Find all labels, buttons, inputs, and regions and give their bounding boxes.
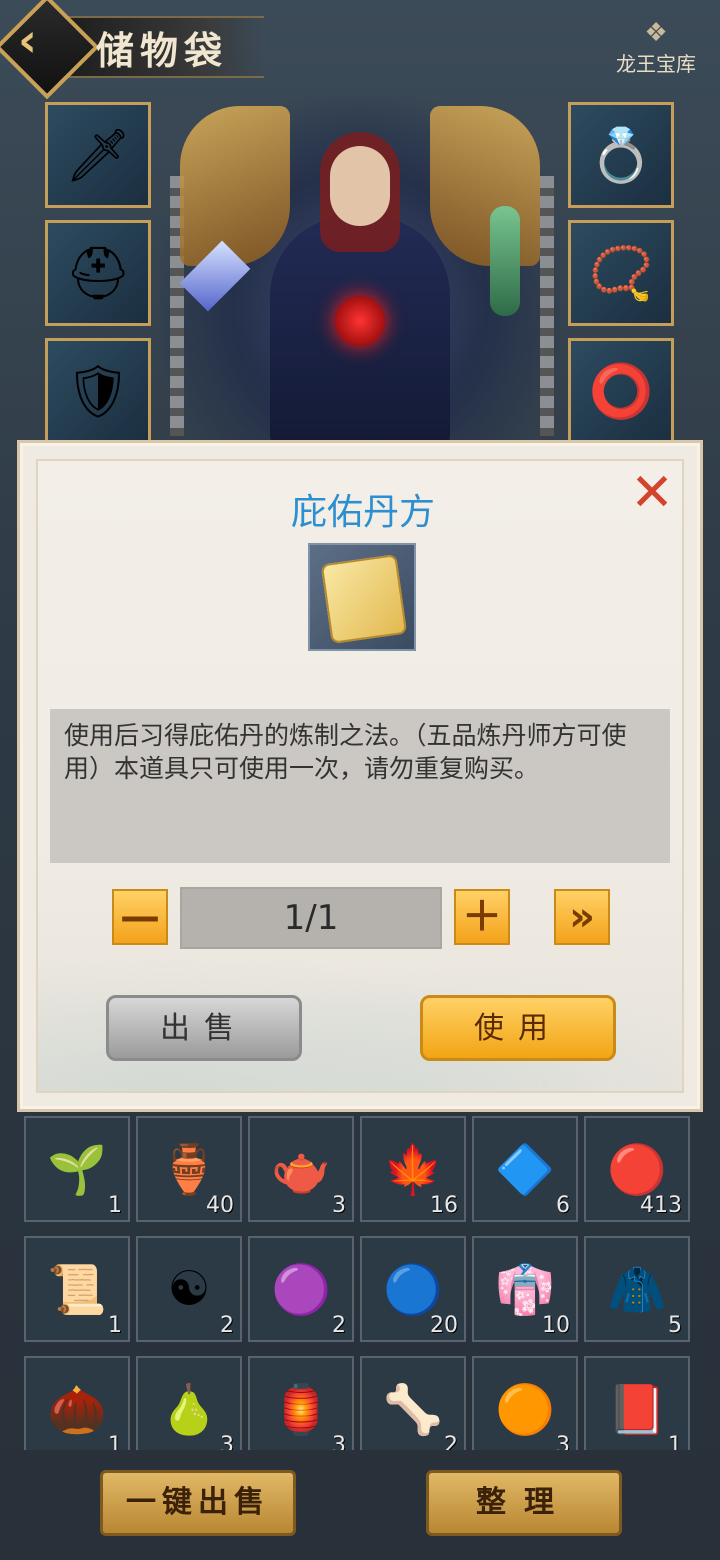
equip-slot-helmet[interactable]: ⛑ — [45, 220, 151, 326]
item-count: 2 — [444, 1433, 458, 1450]
item-name: 庇佑丹方 — [290, 492, 435, 533]
dragon-king-treasury-logo[interactable]: ❖ 龙王宝库 — [606, 18, 706, 88]
inventory-slot[interactable]: 🟣 2 — [248, 1236, 354, 1342]
equip-slot-bracelet[interactable]: ⭕ — [568, 338, 674, 444]
character-face — [330, 146, 390, 226]
equip-slot-weapon[interactable]: 🗡 — [45, 102, 151, 208]
dragon-emblem-icon: ❖ — [644, 18, 668, 48]
gold-armor-icon: 🛡 — [64, 361, 131, 422]
item-count: 2 — [220, 1313, 234, 1338]
header: ‹ 储物袋 ❖ 龙王宝库 — [0, 0, 720, 100]
max-quantity-button[interactable]: » — [554, 889, 610, 945]
red-energy-orb — [335, 296, 385, 346]
inventory-slot[interactable]: 🫖 3 — [248, 1116, 354, 1222]
item-count: 2 — [332, 1313, 346, 1338]
item-description-box: 使用后习得庇佑丹的炼制之法。（五品炼丹师方可使用）本道具只可使用一次，请勿重复购… — [50, 709, 670, 863]
decrease-button[interactable]: — — [112, 889, 168, 945]
inventory-slot[interactable]: 🔷 6 — [472, 1116, 578, 1222]
item-description: 使用后习得庇佑丹的炼制之法。（五品炼丹师方可使用）本道具只可使用一次，请勿重复购… — [64, 721, 627, 783]
equip-slot-ring[interactable]: 💍 — [568, 102, 674, 208]
item-count: 3 — [332, 1193, 346, 1218]
sort-button[interactable]: 整理 — [426, 1470, 622, 1536]
treasury-label: 龙王宝库 — [616, 52, 696, 76]
page-title: 储物袋 — [96, 28, 229, 73]
inventory-slot[interactable]: 📜 1 — [24, 1236, 130, 1342]
quantity-stepper: — 1/1 ＋ » — [20, 887, 706, 953]
inventory-slot[interactable]: 📕 1 — [584, 1356, 690, 1450]
right-chain — [540, 176, 554, 436]
equip-slot-armor[interactable]: 🛡 — [45, 338, 151, 444]
inventory-slot[interactable]: 🦴 2 — [360, 1356, 466, 1450]
item-count: 3 — [220, 1433, 234, 1450]
inventory-slot[interactable]: 🌰 1 — [24, 1356, 130, 1450]
item-count: 16 — [430, 1193, 458, 1218]
green-dagger-icon: 🗡 — [64, 125, 131, 186]
item-count: 6 — [556, 1193, 570, 1218]
item-count: 1 — [108, 1433, 122, 1450]
inventory-slot[interactable]: ☯ 2 — [136, 1236, 242, 1342]
recipe-scroll-icon — [320, 554, 408, 644]
sell-all-button[interactable]: 一键出售 — [100, 1470, 296, 1536]
inventory-slot[interactable]: 🌱 1 — [24, 1116, 130, 1222]
item-count: 413 — [640, 1193, 682, 1218]
gold-helmet-icon: ⛑ — [64, 243, 131, 304]
item-count: 1 — [108, 1193, 122, 1218]
item-count: 5 — [668, 1313, 682, 1338]
item-count: 3 — [556, 1433, 570, 1450]
inventory-slot[interactable]: 🍐 3 — [136, 1356, 242, 1450]
item-count: 10 — [542, 1313, 570, 1338]
inventory-grid: 🌱 1 🏺 40 🫖 3 🍁 16 🔷 6 🔴 413 📜 1 ☯ 2 🟣 2 🔵 20 👘 10 🧥 5 🌰 1 🍐 3 🏮 3 🦴 2 🟠 3… — [24, 1110, 696, 1450]
item-count: 1 — [108, 1313, 122, 1338]
bronze-ring-icon: ⭕ — [588, 361, 654, 422]
item-count: 1 — [668, 1433, 682, 1450]
item-detail-dialog: 庇佑丹方 ✕ 使用后习得庇佑丹的炼制之法。（五品炼丹师方可使用）本道具只可使用一… — [17, 440, 703, 1112]
jade-pendant-icon — [490, 206, 520, 316]
inventory-slot[interactable]: 👘 10 — [472, 1236, 578, 1342]
inventory-slot[interactable]: 🔴 413 — [584, 1116, 690, 1222]
use-button[interactable]: 使用 — [420, 995, 616, 1061]
increase-button[interactable]: ＋ — [454, 889, 510, 945]
inventory-slot[interactable]: 🏮 3 — [248, 1356, 354, 1450]
gold-ring-icon: 💍 — [588, 125, 654, 186]
inventory-slot[interactable]: 🍁 16 — [360, 1116, 466, 1222]
quantity-field[interactable]: 1/1 — [180, 887, 442, 949]
inventory-slot[interactable]: 🔵 20 — [360, 1236, 466, 1342]
back-arrow-icon[interactable]: ‹ — [18, 17, 58, 63]
equipment-panel: 🗡 ⛑ 🛡 💍 📿 ⭕ — [0, 96, 720, 446]
left-golden-wing — [180, 106, 290, 266]
inventory-slot[interactable]: 🟠 3 — [472, 1356, 578, 1450]
close-icon[interactable]: ✕ — [628, 467, 676, 519]
amber-pendant-icon: 📿 — [588, 243, 654, 304]
item-count: 20 — [430, 1313, 458, 1338]
inventory-slot[interactable]: 🧥 5 — [584, 1236, 690, 1342]
right-golden-wing — [430, 106, 540, 266]
storage-bag-screen: ‹ 储物袋 ❖ 龙王宝库 🗡 ⛑ 🛡 💍 📿 ⭕ 🌱 1 🏺 40 🫖 3 🍁 … — [0, 0, 720, 1560]
inventory-slot[interactable]: 🏺 40 — [136, 1116, 242, 1222]
item-icon-frame — [308, 543, 416, 651]
item-count: 40 — [206, 1193, 234, 1218]
sell-button[interactable]: 出售 — [106, 995, 302, 1061]
equip-slot-pendant[interactable]: 📿 — [568, 220, 674, 326]
item-count: 3 — [332, 1433, 346, 1450]
